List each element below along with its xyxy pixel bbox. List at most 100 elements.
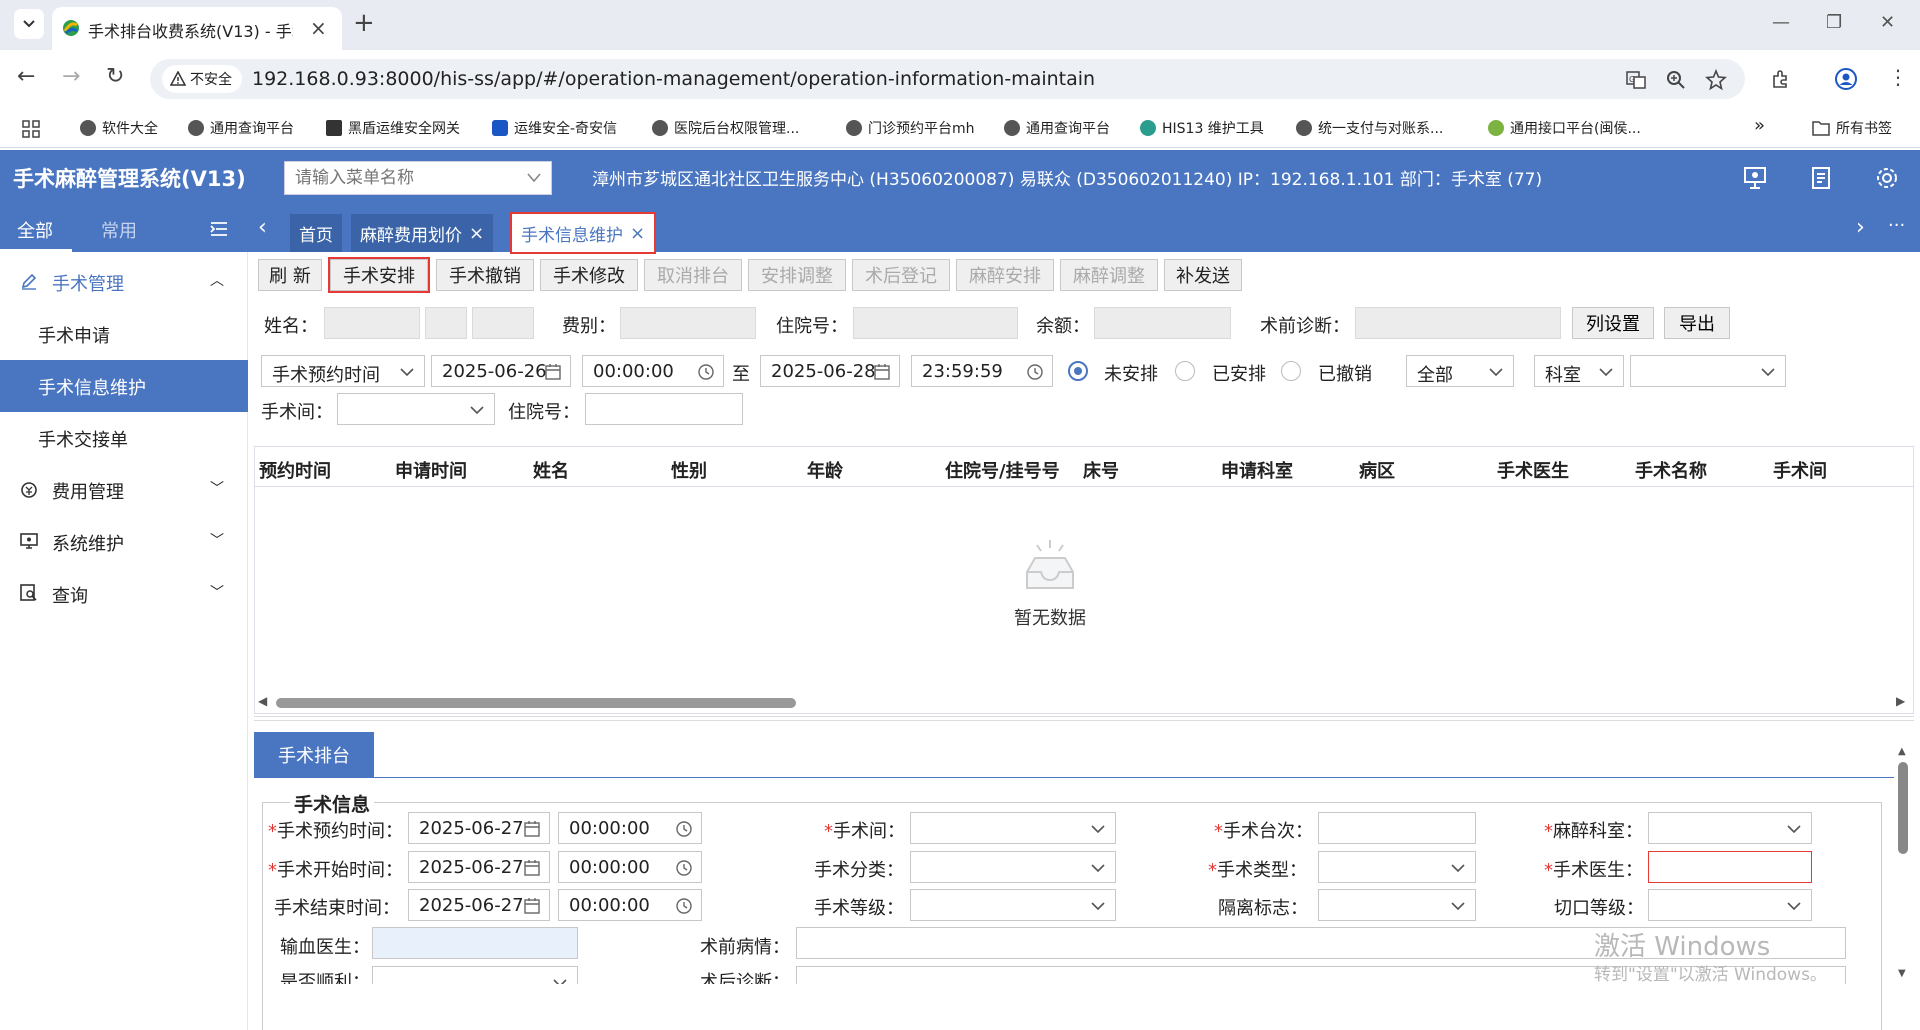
- sidebar-item-surgery-application[interactable]: 手术申请: [0, 308, 248, 360]
- cancel-surgery-button[interactable]: 手术撤销: [436, 259, 534, 291]
- scroll-tabs-right-icon[interactable]: ›: [1856, 215, 1865, 240]
- tab-surgery-scheduling[interactable]: 手术排台: [254, 732, 374, 778]
- settings-gear-icon[interactable]: [1874, 165, 1900, 191]
- panel-vertical-scrollbar[interactable]: ▲ ▼: [1896, 746, 1910, 982]
- column-header[interactable]: 预约时间: [259, 457, 331, 483]
- room-select[interactable]: [910, 812, 1116, 844]
- sidebar-item-query[interactable]: 查询 ﹀: [0, 568, 248, 620]
- postop-register-button[interactable]: 术后登记: [852, 259, 950, 291]
- column-header[interactable]: 病区: [1359, 457, 1395, 483]
- scroll-up-icon[interactable]: ▲: [1898, 746, 1906, 757]
- omnibox[interactable]: 不安全 192.168.0.93:8000/his-ss/app/#/opera…: [150, 59, 1745, 99]
- bookmark-item[interactable]: 医院后台权限管理...: [652, 118, 799, 138]
- radio-unscheduled[interactable]: [1068, 361, 1088, 381]
- bookmark-item[interactable]: 通用查询平台: [188, 118, 294, 138]
- sidebar-item-handover-sheet[interactable]: 手术交接单: [0, 412, 248, 464]
- modify-surgery-button[interactable]: 手术修改: [540, 259, 638, 291]
- bookmark-item[interactable]: 黑盾运维安全网关: [326, 118, 460, 138]
- minimize-icon[interactable]: —: [1772, 12, 1790, 33]
- collapse-menu-icon[interactable]: [210, 221, 228, 237]
- sidebar-item-fee-management[interactable]: 费用管理 ﹀: [0, 464, 248, 516]
- end-time-picker[interactable]: 23:59:59: [911, 355, 1053, 387]
- close-tab-icon[interactable]: ×: [310, 18, 327, 38]
- menu-search-input[interactable]: [285, 162, 505, 194]
- document-icon[interactable]: [1808, 165, 1834, 191]
- menu-search-box[interactable]: [284, 161, 552, 195]
- new-tab-button[interactable]: +: [353, 10, 375, 36]
- reload-icon[interactable]: ↻: [106, 66, 124, 88]
- anes-dept-select[interactable]: [1648, 812, 1812, 844]
- bookmark-item[interactable]: 统一支付与对账系...: [1296, 118, 1443, 138]
- scroll-right-icon[interactable]: ▶: [1896, 694, 1905, 708]
- dept-select[interactable]: [1630, 355, 1786, 387]
- presentation-icon[interactable]: [1742, 165, 1768, 191]
- more-tabs-icon[interactable]: ···: [1888, 215, 1905, 236]
- close-tab-icon[interactable]: ×: [630, 223, 645, 244]
- more-bookmarks-icon[interactable]: »: [1754, 115, 1765, 136]
- bookmark-star-icon[interactable]: [1705, 69, 1727, 91]
- bookmark-item[interactable]: 运维安全-奇安信: [492, 118, 617, 138]
- schedule-adjust-button[interactable]: 安排调整: [748, 259, 846, 291]
- radio-scheduled[interactable]: [1175, 361, 1195, 381]
- bookmark-item[interactable]: 门诊预约平台mh: [846, 118, 975, 138]
- op-type-select[interactable]: [1318, 851, 1476, 883]
- insecure-badge[interactable]: 不安全: [162, 65, 242, 93]
- transfusion-doctor-input[interactable]: [372, 927, 578, 959]
- all-bookmarks[interactable]: 所有书签: [1812, 118, 1892, 138]
- column-header[interactable]: 住院号/挂号号: [945, 457, 1060, 483]
- side-tab-common[interactable]: 常用: [101, 217, 137, 243]
- sidebar-item-surgery-info-maintain[interactable]: 手术信息维护: [0, 360, 248, 412]
- side-tab-all[interactable]: 全部: [17, 217, 53, 243]
- splitter[interactable]: [254, 716, 1914, 721]
- extensions-icon[interactable]: [1770, 68, 1792, 90]
- close-tab-icon[interactable]: ×: [469, 223, 484, 244]
- end-date-picker[interactable]: 2025-06-28: [760, 355, 900, 387]
- column-header[interactable]: 床号: [1083, 457, 1119, 483]
- column-header[interactable]: 性别: [671, 457, 707, 483]
- column-settings-button[interactable]: 列设置: [1572, 307, 1654, 339]
- browser-tab-active[interactable]: 手术排台收费系统(V13) - 手术 ×: [52, 7, 342, 50]
- bookmark-item[interactable]: HIS13 维护工具: [1140, 118, 1264, 138]
- incision-select[interactable]: [1648, 889, 1812, 921]
- tab-search-button[interactable]: [14, 9, 44, 39]
- grid-horizontal-scrollbar[interactable]: ◀ ▶: [254, 694, 1914, 712]
- scrollbar-thumb[interactable]: [276, 698, 796, 708]
- restore-icon[interactable]: ❐: [1826, 12, 1842, 33]
- end-date-field[interactable]: 2025-06-27: [408, 889, 550, 921]
- appt-date-picker[interactable]: 2025-06-27: [408, 812, 550, 844]
- bookmark-item[interactable]: 软件大全: [80, 118, 158, 138]
- scroll-tabs-left-icon[interactable]: ‹: [258, 215, 267, 240]
- refresh-button[interactable]: 刷 新: [258, 259, 322, 291]
- column-header[interactable]: 手术间: [1773, 457, 1827, 483]
- filter-inpatient-no-input[interactable]: [585, 393, 743, 425]
- dept-type-select[interactable]: 科室: [1534, 355, 1624, 387]
- sidebar-item-surgery-management[interactable]: 手术管理 ︿: [0, 256, 248, 308]
- tab-surgery-info-maintain[interactable]: 手术信息维护 ×: [509, 212, 657, 254]
- zoom-icon[interactable]: [1665, 69, 1687, 91]
- anesthesia-adjust-button[interactable]: 麻醉调整: [1060, 259, 1158, 291]
- column-header[interactable]: 申请科室: [1221, 457, 1293, 483]
- arrange-surgery-button[interactable]: 手术安排: [328, 257, 430, 293]
- start-time-picker[interactable]: 00:00:00: [582, 355, 724, 387]
- profile-icon[interactable]: [1834, 67, 1858, 91]
- start-date-picker[interactable]: 2025-06-26: [431, 355, 571, 387]
- bookmark-item[interactable]: 通用接口平台(闽侯...: [1488, 118, 1641, 138]
- browser-menu-icon[interactable]: ⋮: [1888, 66, 1908, 88]
- start-date-field[interactable]: 2025-06-27: [408, 851, 550, 883]
- column-header[interactable]: 手术名称: [1635, 457, 1707, 483]
- scrollbar-thumb[interactable]: [1898, 762, 1908, 854]
- window-close-icon[interactable]: ✕: [1880, 12, 1895, 33]
- back-icon[interactable]: ←: [17, 66, 35, 88]
- translate-icon[interactable]: G: [1625, 69, 1647, 91]
- sidebar-item-system-maintenance[interactable]: 系统维护 ﹀: [0, 516, 248, 568]
- smooth-select[interactable]: [372, 966, 578, 984]
- bookmark-item[interactable]: 通用查询平台: [1004, 118, 1110, 138]
- resend-button[interactable]: 补发送: [1164, 259, 1242, 291]
- scope-select[interactable]: 全部: [1406, 355, 1514, 387]
- apps-grid-icon[interactable]: [22, 120, 40, 138]
- url-text[interactable]: 192.168.0.93:8000/his-ss/app/#/operation…: [252, 68, 1095, 90]
- start-time-field[interactable]: 00:00:00: [558, 851, 702, 883]
- tab-home[interactable]: 首页: [290, 214, 342, 252]
- anesthesia-arrange-button[interactable]: 麻醉安排: [956, 259, 1054, 291]
- time-type-select[interactable]: 手术预约时间: [261, 355, 425, 387]
